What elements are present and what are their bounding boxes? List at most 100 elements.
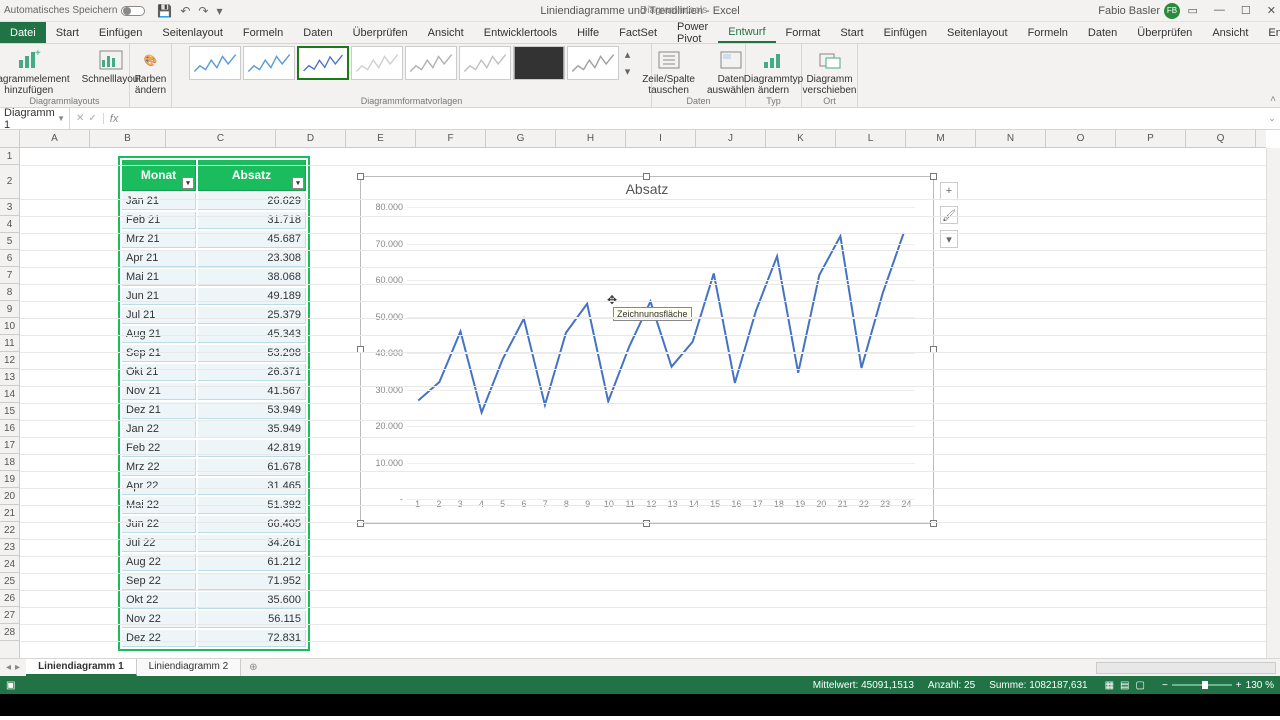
- chart-style-2[interactable]: [243, 46, 295, 80]
- sheet-tab[interactable]: Liniendiagramm 1: [26, 659, 137, 676]
- column-header[interactable]: B: [90, 130, 166, 147]
- column-header[interactable]: J: [696, 130, 766, 147]
- cell-value[interactable]: 72.831: [198, 630, 306, 647]
- column-header[interactable]: G: [486, 130, 556, 147]
- column-header[interactable]: M: [906, 130, 976, 147]
- cell-value[interactable]: 23.308: [198, 250, 306, 267]
- change-chart-type-button[interactable]: Diagrammtyp ändern: [740, 46, 807, 98]
- select-all-corner[interactable]: [0, 130, 20, 148]
- row-header[interactable]: 20: [0, 488, 19, 505]
- name-box[interactable]: Diagramm 1▼: [0, 107, 70, 131]
- row-header[interactable]: 10: [0, 318, 19, 335]
- add-chart-element-button[interactable]: + Diagrammelement hinzufügen: [0, 46, 74, 98]
- row-header[interactable]: 21: [0, 505, 19, 522]
- chart-title[interactable]: Absatz: [361, 177, 933, 201]
- cell-value[interactable]: 25.379: [198, 307, 306, 324]
- row-header[interactable]: 27: [0, 607, 19, 624]
- change-colors-button[interactable]: 🎨 Farben ändern: [131, 46, 171, 98]
- resize-handle[interactable]: [357, 173, 364, 180]
- cell-value[interactable]: 35.949: [198, 421, 306, 438]
- column-header[interactable]: Q: [1186, 130, 1256, 147]
- row-header[interactable]: 2: [0, 165, 19, 199]
- cell-month[interactable]: Sep 22: [122, 573, 196, 590]
- chart-style-6[interactable]: [459, 46, 511, 80]
- cell-month[interactable]: Apr 22: [122, 478, 196, 495]
- row-header[interactable]: 15: [0, 403, 19, 420]
- cell-month[interactable]: Jan 22: [122, 421, 196, 438]
- add-sheet-button[interactable]: ⊕: [241, 662, 265, 673]
- row-header[interactable]: 11: [0, 335, 19, 352]
- table-row[interactable]: Okt 2126.371: [122, 364, 306, 381]
- filter-icon[interactable]: ▾: [182, 177, 194, 189]
- column-header[interactable]: P: [1116, 130, 1186, 147]
- autosave-toggle[interactable]: Automatisches Speichern: [4, 5, 145, 16]
- cell-month[interactable]: Jun 22: [122, 516, 196, 533]
- cell-value[interactable]: 49.189: [198, 288, 306, 305]
- user-account[interactable]: Fabio Basler FB: [1098, 3, 1180, 19]
- table-row[interactable]: Sep 2271.952: [122, 573, 306, 590]
- chart-style-8[interactable]: [567, 46, 619, 80]
- row-header[interactable]: 9: [0, 301, 19, 318]
- collapse-ribbon-icon[interactable]: ˄: [1270, 94, 1276, 105]
- cell-month[interactable]: Jan 21: [122, 193, 196, 210]
- row-headers[interactable]: 1234567891011121314151617181920212223242…: [0, 148, 20, 658]
- resize-handle[interactable]: [930, 173, 937, 180]
- cell-month[interactable]: Sep 21: [122, 345, 196, 362]
- table-row[interactable]: Jun 2149.189: [122, 288, 306, 305]
- filter-icon[interactable]: ▾: [292, 177, 304, 189]
- redo-icon[interactable]: ↷: [198, 4, 208, 18]
- tab-ansicht[interactable]: Ansicht: [418, 22, 474, 43]
- zoom-level[interactable]: 130 %: [1246, 680, 1274, 691]
- tab-start[interactable]: Start: [46, 22, 89, 43]
- chart-style-5[interactable]: [405, 46, 457, 80]
- maximize-icon[interactable]: ☐: [1241, 4, 1251, 17]
- move-chart-button[interactable]: Diagramm verschieben: [799, 46, 861, 98]
- column-header[interactable]: O: [1046, 130, 1116, 147]
- save-icon[interactable]: 💾: [157, 4, 172, 18]
- sheet-nav[interactable]: ◂▸: [0, 662, 26, 673]
- column-header[interactable]: E: [346, 130, 416, 147]
- row-header[interactable]: 24: [0, 556, 19, 573]
- tab-file[interactable]: Datei: [0, 22, 46, 43]
- cell-value[interactable]: 26.629: [198, 193, 306, 210]
- resize-handle[interactable]: [643, 173, 650, 180]
- table-row[interactable]: Jul 2125.379: [122, 307, 306, 324]
- cell-value[interactable]: 71.952: [198, 573, 306, 590]
- row-header[interactable]: 23: [0, 539, 19, 556]
- row-header[interactable]: 28: [0, 624, 19, 641]
- ribbon-options-icon[interactable]: ▭: [1188, 4, 1198, 17]
- cells-area[interactable]: Monat▾ Absatz▾ Jan 2126.629Feb 2131.718M…: [20, 148, 1266, 658]
- row-header[interactable]: 13: [0, 369, 19, 386]
- column-headers[interactable]: ABCDEFGHIJKLMNOPQ: [20, 130, 1266, 148]
- column-header[interactable]: I: [626, 130, 696, 147]
- tab-entwicklertools[interactable]: Entwicklertools: [474, 22, 567, 43]
- row-header[interactable]: 19: [0, 471, 19, 488]
- fx-icon[interactable]: fx: [104, 113, 125, 125]
- row-header[interactable]: 5: [0, 233, 19, 250]
- cell-value[interactable]: 66.405: [198, 516, 306, 533]
- cell-value[interactable]: 26.371: [198, 364, 306, 381]
- cell-month[interactable]: Apr 21: [122, 250, 196, 267]
- cell-month[interactable]: Jul 22: [122, 535, 196, 552]
- expand-formula-icon[interactable]: ⌄: [1264, 113, 1280, 124]
- undo-icon[interactable]: ↶: [180, 4, 190, 18]
- chart-style-1[interactable]: [189, 46, 241, 80]
- cancel-formula-icon[interactable]: ✕: [76, 113, 84, 124]
- row-header[interactable]: 26: [0, 590, 19, 607]
- row-header[interactable]: 1: [0, 148, 19, 165]
- column-header[interactable]: A: [20, 130, 90, 147]
- row-header[interactable]: 18: [0, 454, 19, 471]
- tab-daten[interactable]: Daten: [293, 22, 342, 43]
- tab-seitenlayout[interactable]: Seitenlayout: [152, 22, 233, 43]
- table-row[interactable]: Jun 2266.405: [122, 516, 306, 533]
- switch-row-column-button[interactable]: Zeile/Spalte tauschen: [638, 46, 699, 98]
- cell-value[interactable]: 34.261: [198, 535, 306, 552]
- table-row[interactable]: Apr 2123.308: [122, 250, 306, 267]
- cell-month[interactable]: Okt 21: [122, 364, 196, 381]
- row-header[interactable]: 16: [0, 420, 19, 437]
- tab-daten[interactable]: Daten: [1078, 22, 1127, 43]
- chart-style-4[interactable]: [351, 46, 403, 80]
- qat-more-icon[interactable]: ▾: [216, 4, 222, 18]
- table-row[interactable]: Mrz 2261.678: [122, 459, 306, 476]
- chart-style-3[interactable]: [297, 46, 349, 80]
